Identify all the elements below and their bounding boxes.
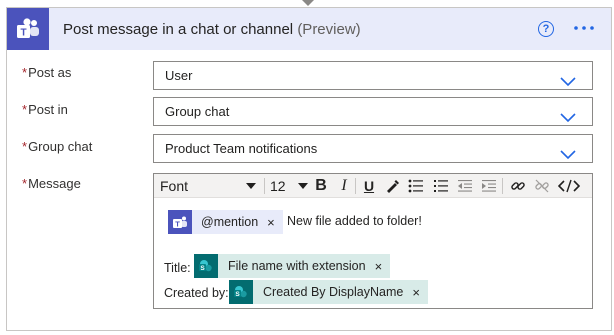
post-in-label: *Post in xyxy=(22,102,68,117)
italic-icon[interactable]: I xyxy=(335,177,353,195)
post-as-dropdown[interactable]: User xyxy=(153,61,593,90)
action-card: T Post message in a chat or channel (Pre… xyxy=(6,7,612,331)
remove-token-icon[interactable]: × xyxy=(267,215,275,230)
bold-icon[interactable]: B xyxy=(312,177,330,195)
remove-token-icon[interactable]: × xyxy=(412,285,420,300)
chevron-down-icon xyxy=(560,142,576,169)
svg-text:T: T xyxy=(20,28,26,39)
mention-token[interactable]: T @mention × xyxy=(168,210,283,234)
numbered-list-icon[interactable] xyxy=(432,177,450,195)
connector-arrow xyxy=(302,0,314,6)
bullet-list-icon[interactable] xyxy=(407,177,425,195)
remove-token-icon[interactable]: × xyxy=(375,259,383,274)
sharepoint-icon: S xyxy=(194,254,218,278)
card-header[interactable]: T Post message in a chat or channel (Pre… xyxy=(7,8,611,50)
card-title: Post message in a chat or channel (Previ… xyxy=(63,21,361,38)
teams-logo-icon: T xyxy=(7,8,49,50)
svg-text:S: S xyxy=(235,291,240,298)
caret-down-icon xyxy=(246,183,256,189)
unlink-icon[interactable] xyxy=(533,177,551,195)
toolbar-divider xyxy=(355,178,356,194)
caret-down-icon xyxy=(298,183,308,189)
group-chat-value: Product Team notifications xyxy=(165,141,318,156)
message-editor[interactable]: Font 12 B I U T @mention × New file adde… xyxy=(153,173,593,309)
title-text-label: Title: xyxy=(164,261,191,275)
chevron-down-icon xyxy=(560,69,576,96)
group-chat-label: *Group chat xyxy=(22,139,93,154)
post-as-label: *Post as xyxy=(22,65,72,80)
toolbar-divider xyxy=(502,178,503,194)
underline-icon[interactable]: U xyxy=(360,177,378,195)
code-icon[interactable] xyxy=(557,177,581,195)
editor-toolbar: Font 12 B I U xyxy=(154,174,592,198)
card-title-text: Post message in a chat or channel xyxy=(63,20,294,38)
post-in-dropdown[interactable]: Group chat xyxy=(153,97,593,126)
message-text-line: New file added to folder! xyxy=(287,214,422,228)
question-circle-icon[interactable]: ? xyxy=(538,21,554,37)
created-by-token[interactable]: S Created By DisplayName × xyxy=(229,280,428,304)
indent-icon[interactable] xyxy=(480,177,498,195)
group-chat-dropdown[interactable]: Product Team notifications xyxy=(153,134,593,163)
mention-token-text: @mention xyxy=(201,215,259,229)
chevron-down-icon xyxy=(560,105,576,132)
outdent-icon[interactable] xyxy=(456,177,474,195)
link-icon[interactable] xyxy=(509,177,527,195)
preview-tag: (Preview) xyxy=(297,20,361,38)
created-by-token-text: Created By DisplayName xyxy=(263,285,404,299)
message-label: *Message xyxy=(22,176,81,191)
post-as-value: User xyxy=(165,68,193,83)
svg-text:T: T xyxy=(175,220,180,229)
created-by-text-label: Created by: xyxy=(164,286,229,300)
ellipsis-icon[interactable] xyxy=(573,20,595,36)
toolbar-divider xyxy=(264,178,265,194)
font-family-select[interactable]: Font xyxy=(160,174,260,198)
file-name-token-text: File name with extension xyxy=(228,259,366,273)
file-name-token[interactable]: S File name with extension × xyxy=(194,254,391,278)
pen-icon[interactable] xyxy=(383,177,401,195)
sharepoint-icon: S xyxy=(229,280,253,304)
teams-token-icon: T xyxy=(168,210,192,234)
font-size-select[interactable]: 12 xyxy=(270,174,310,198)
post-in-value: Group chat xyxy=(165,104,230,119)
svg-text:S: S xyxy=(200,265,205,272)
